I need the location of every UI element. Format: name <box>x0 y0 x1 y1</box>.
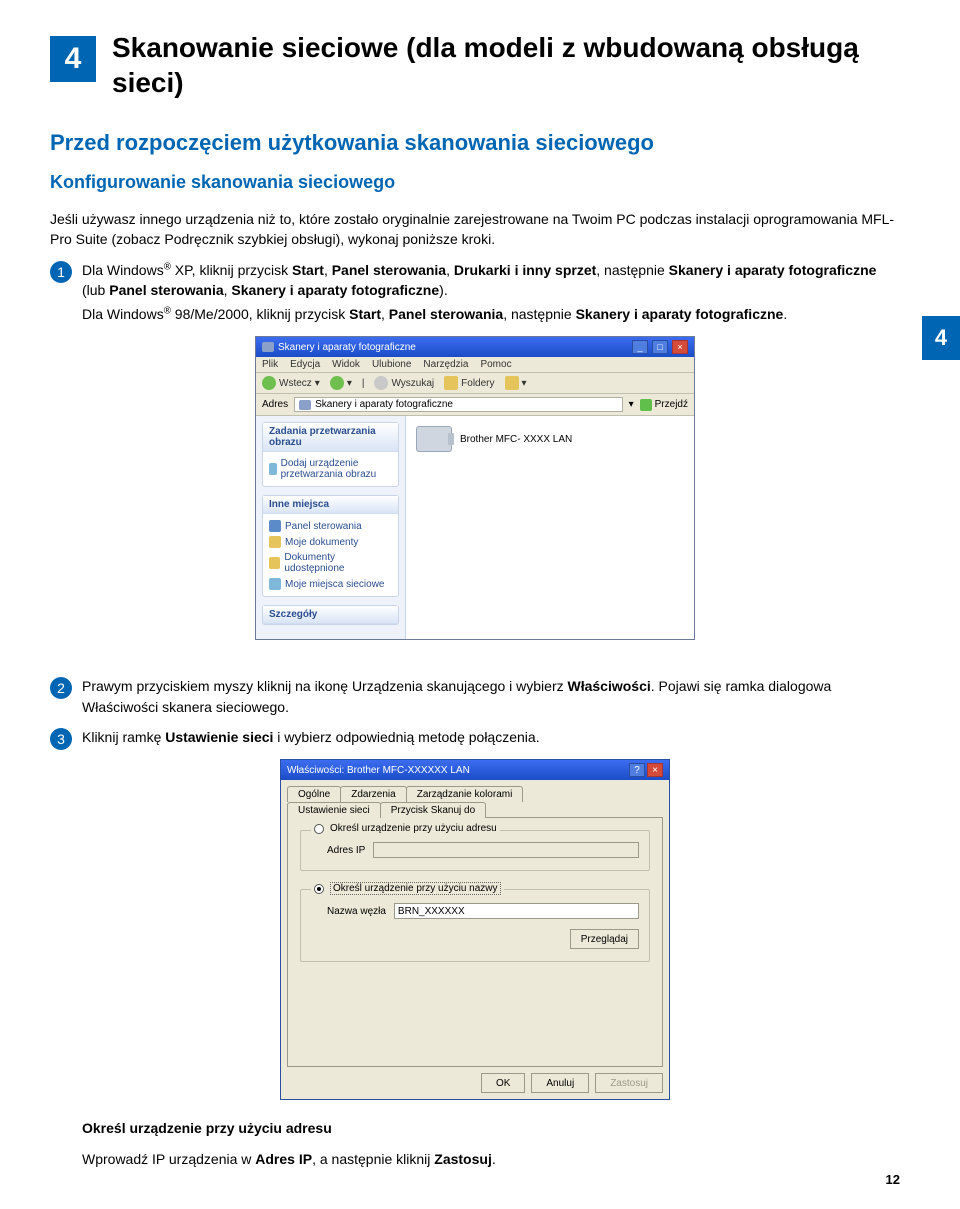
ok-button[interactable]: OK <box>481 1073 525 1093</box>
radio-by-name-label: Określ urządzenie przy użyciu nazwy <box>330 882 501 895</box>
tab-color[interactable]: Zarządzanie kolorami <box>406 786 524 802</box>
close-button[interactable]: × <box>672 340 688 354</box>
intro-paragraph: Jeśli używasz innego urządzenia niż to, … <box>50 209 900 250</box>
group-by-address: Określ urządzenie przy użyciu adresu Adr… <box>300 830 650 871</box>
shared-icon <box>269 557 280 569</box>
step-3-text: Kliknij ramkę Ustawienie sieci i wybierz… <box>82 727 900 747</box>
address-label: Adres <box>262 399 288 410</box>
place-my-documents[interactable]: Moje dokumenty <box>269 534 392 550</box>
menu-view[interactable]: Widok <box>332 359 360 370</box>
spec-body: Wprowadź IP urządzenia w Adres IP, a nas… <box>82 1149 900 1169</box>
scanner-device-item[interactable]: Brother MFC- XXXX LAN <box>416 426 684 452</box>
menu-favorites[interactable]: Ulubione <box>372 359 411 370</box>
step-2-text: Prawym przyciskiem myszy kliknij na ikon… <box>82 676 900 717</box>
spec-heading: Określ urządzenie przy użyciu adresu <box>82 1118 900 1138</box>
search-icon <box>374 376 388 390</box>
explorer-content: Brother MFC- XXXX LAN <box>406 416 694 639</box>
back-icon <box>262 376 276 390</box>
tab-network-settings[interactable]: Ustawienie sieci <box>287 802 381 818</box>
cpl-icon <box>269 520 281 532</box>
back-button[interactable]: Wstecz ▾ <box>262 376 320 390</box>
cancel-button[interactable]: Anuluj <box>531 1073 589 1093</box>
step-number-1: 1 <box>50 261 72 283</box>
browse-button[interactable]: Przeglądaj <box>570 929 639 949</box>
ip-input[interactable] <box>373 842 639 858</box>
menu-help[interactable]: Pomoc <box>480 359 511 370</box>
address-bar: Adres Skanery i aparaty fotograficzne ▾ … <box>256 394 694 416</box>
forward-button[interactable]: ▾ <box>330 376 352 390</box>
tab-general[interactable]: Ogólne <box>287 786 341 802</box>
help-button[interactable]: ? <box>629 763 645 777</box>
radio-by-name[interactable] <box>314 884 324 894</box>
step-1-text-2: Dla Windows® 98/Me/2000, kliknij przycis… <box>82 304 900 324</box>
folders-button[interactable]: Foldery <box>444 376 494 390</box>
net-icon <box>269 578 281 590</box>
scanner-icon <box>416 426 452 452</box>
subsection-heading: Konfigurowanie skanowania sieciowego <box>50 172 900 193</box>
details-header: Szczegóły <box>263 606 398 624</box>
menu-file[interactable]: Plik <box>262 359 278 370</box>
explorer-window: Skanery i aparaty fotograficzne _ □ × Pl… <box>255 336 695 640</box>
device-label: Brother MFC- XXXX LAN <box>460 434 572 445</box>
step-number-3: 3 <box>50 728 72 750</box>
dialog-titlebar: Właściwości: Brother MFC-XXXXXX LAN ? × <box>281 760 669 780</box>
side-tab: 4 <box>922 316 960 360</box>
maximize-button[interactable]: □ <box>652 340 668 354</box>
place-control-panel[interactable]: Panel sterowania <box>269 518 392 534</box>
menu-tools[interactable]: Narzędzia <box>423 359 468 370</box>
menu-bar: Plik Edycja Widok Ulubione Narzędzia Pom… <box>256 357 694 373</box>
address-value: Skanery i aparaty fotograficzne <box>315 399 453 410</box>
radio-by-address-label: Określ urządzenie przy użyciu adresu <box>330 823 497 834</box>
menu-edit[interactable]: Edycja <box>290 359 320 370</box>
views-icon <box>505 376 519 390</box>
close-button[interactable]: × <box>647 763 663 777</box>
folder-icon <box>444 376 458 390</box>
go-icon <box>640 399 652 411</box>
search-button[interactable]: Wyszukaj <box>374 376 434 390</box>
tab-panel: Określ urządzenie przy użyciu adresu Adr… <box>287 817 663 1067</box>
task-add-device[interactable]: Dodaj urządzenie przetwarzania obrazu <box>269 456 392 482</box>
place-shared-docs[interactable]: Dokumenty udostępnione <box>269 550 392 576</box>
chapter-number-box: 4 <box>50 36 96 82</box>
camera-icon <box>262 342 274 352</box>
properties-dialog: Właściwości: Brother MFC-XXXXXX LAN ? × … <box>280 759 670 1100</box>
tasks-header: Zadania przetwarzania obrazu <box>263 423 398 452</box>
ip-field-label: Adres IP <box>327 845 365 856</box>
camera-icon <box>299 400 311 410</box>
apply-button[interactable]: Zastosuj <box>595 1073 663 1093</box>
toolbar: Wstecz ▾ ▾ | Wyszukaj Foldery ▾ <box>256 373 694 394</box>
tab-events[interactable]: Zdarzenia <box>340 786 406 802</box>
page-number: 12 <box>886 1172 900 1187</box>
step-3: 3 Kliknij ramkę Ustawienie sieci i wybie… <box>50 727 900 751</box>
window-titlebar: Skanery i aparaty fotograficzne _ □ × <box>256 337 694 357</box>
forward-icon <box>330 376 344 390</box>
dialog-title: Właściwości: Brother MFC-XXXXXX LAN <box>287 765 470 776</box>
nodename-label: Nazwa węzła <box>327 906 386 917</box>
window-title: Skanery i aparaty fotograficzne <box>278 342 416 353</box>
address-field[interactable]: Skanery i aparaty fotograficzne <box>294 397 622 412</box>
places-header: Inne miejsca <box>263 496 398 514</box>
step-1: 1 Dla Windows® XP, kliknij przycisk Star… <box>50 260 900 329</box>
tab-scan-to[interactable]: Przycisk Skanuj do <box>380 802 486 818</box>
page-title: Skanowanie sieciowe (dla modeli z wbudow… <box>112 30 900 100</box>
views-button[interactable]: ▾ <box>505 376 527 390</box>
group-by-name: Określ urządzenie przy użyciu nazwy Nazw… <box>300 889 650 962</box>
minimize-button[interactable]: _ <box>632 340 648 354</box>
step-number-2: 2 <box>50 677 72 699</box>
place-network[interactable]: Moje miejsca sieciowe <box>269 576 392 592</box>
side-panel: Zadania przetwarzania obrazu Dodaj urząd… <box>256 416 406 639</box>
radio-by-address[interactable] <box>314 824 324 834</box>
go-button[interactable]: Przejdź <box>640 399 688 411</box>
section-heading: Przed rozpoczęciem użytkowania skanowani… <box>50 130 900 156</box>
nodename-input[interactable]: BRN_XXXXXX <box>394 903 639 919</box>
step-1-text: Dla Windows® XP, kliknij przycisk Start,… <box>82 260 900 301</box>
device-icon <box>269 463 277 475</box>
docs-icon <box>269 536 281 548</box>
step-2: 2 Prawym przyciskiem myszy kliknij na ik… <box>50 676 900 721</box>
